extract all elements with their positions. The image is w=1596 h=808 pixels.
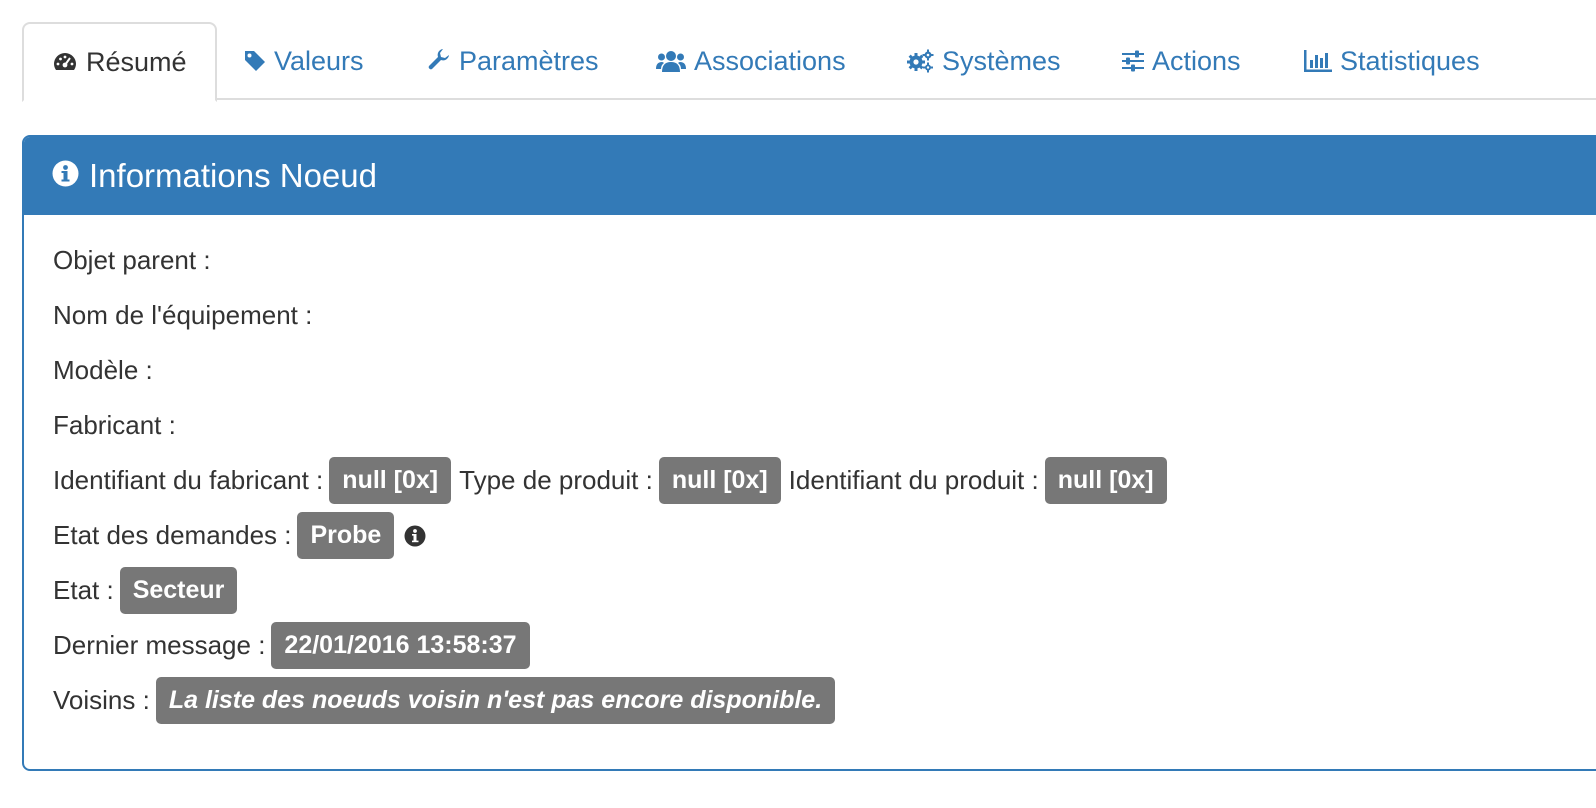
equipment-name-label: Nom de l'équipement : (53, 300, 313, 330)
panel-body: Objet parent : Nom de l'équipement : Mod… (24, 215, 1596, 728)
row-identifiers: Identifiant du fabricant : null [0x] Typ… (53, 453, 1596, 508)
node-info-panel: Informations Noeud Objet parent : Nom de… (22, 135, 1596, 771)
sliders-icon (1122, 50, 1144, 72)
row-last-message: Dernier message : 22/01/2016 13:58:37 (53, 618, 1596, 673)
dashboard-icon (52, 50, 78, 74)
tab-label: Statistiques (1340, 45, 1480, 76)
state-label: Etat : (53, 575, 114, 605)
manufacturer-id-badge: null [0x] (329, 457, 452, 504)
product-type-label: Type de produit : (459, 465, 653, 495)
parent-object-label: Objet parent : (53, 245, 211, 275)
model-label: Modèle : (53, 355, 153, 385)
row-model: Modèle : (53, 343, 1596, 398)
users-icon (656, 50, 686, 72)
product-id-label: Identifiant du produit : (788, 465, 1039, 495)
panel-heading: Informations Noeud (24, 137, 1596, 215)
tab-label: Résumé (86, 46, 187, 77)
row-state: Etat : Secteur (53, 563, 1596, 618)
info-circle-icon (52, 157, 79, 195)
last-message-label: Dernier message : (53, 630, 266, 660)
manufacturer-id-label: Identifiant du fabricant : (53, 465, 324, 495)
tab-label: Paramètres (459, 45, 599, 76)
info-circle-icon[interactable] (404, 525, 426, 547)
neighbors-badge: La liste des noeuds voisin n'est pas enc… (155, 677, 836, 724)
tab-label: Actions (1152, 45, 1241, 76)
tab-statistiques[interactable]: Statistiques (1304, 22, 1480, 100)
tab-systemes[interactable]: Systèmes (906, 22, 1061, 100)
tab-label: Systèmes (942, 45, 1061, 76)
row-manufacturer: Fabricant : (53, 398, 1596, 453)
cogs-icon (906, 49, 934, 73)
tab-label: Associations (694, 45, 846, 76)
row-parent-object: Objet parent : (53, 233, 1596, 288)
product-id-badge: null [0x] (1044, 457, 1167, 504)
tab-resume[interactable]: Résumé (22, 22, 217, 102)
tab-label: Valeurs (274, 45, 364, 76)
manufacturer-label: Fabricant : (53, 410, 176, 440)
tab-parametres[interactable]: Paramètres (427, 22, 599, 100)
wrench-icon (427, 49, 451, 73)
tag-icon (244, 50, 266, 72)
last-message-badge: 22/01/2016 13:58:37 (271, 622, 530, 669)
tab-valeurs[interactable]: Valeurs (244, 22, 364, 100)
state-badge: Secteur (119, 567, 238, 614)
row-requests-state: Etat des demandes : Probe (53, 508, 1596, 563)
requests-state-label: Etat des demandes : (53, 520, 292, 550)
tab-bar: Résumé Valeurs Paramètres Associations S… (22, 22, 1596, 102)
bar-chart-icon (1304, 50, 1332, 72)
row-neighbors: Voisins : La liste des noeuds voisin n'e… (53, 673, 1596, 728)
requests-state-badge: Probe (297, 512, 395, 559)
neighbors-label: Voisins : (53, 685, 150, 715)
tab-actions[interactable]: Actions (1122, 22, 1241, 100)
row-equipment-name: Nom de l'équipement : (53, 288, 1596, 343)
product-type-badge: null [0x] (658, 457, 781, 504)
panel-title: Informations Noeud (89, 157, 377, 194)
tab-associations[interactable]: Associations (656, 22, 846, 100)
page: Résumé Valeurs Paramètres Associations S… (0, 0, 1596, 808)
